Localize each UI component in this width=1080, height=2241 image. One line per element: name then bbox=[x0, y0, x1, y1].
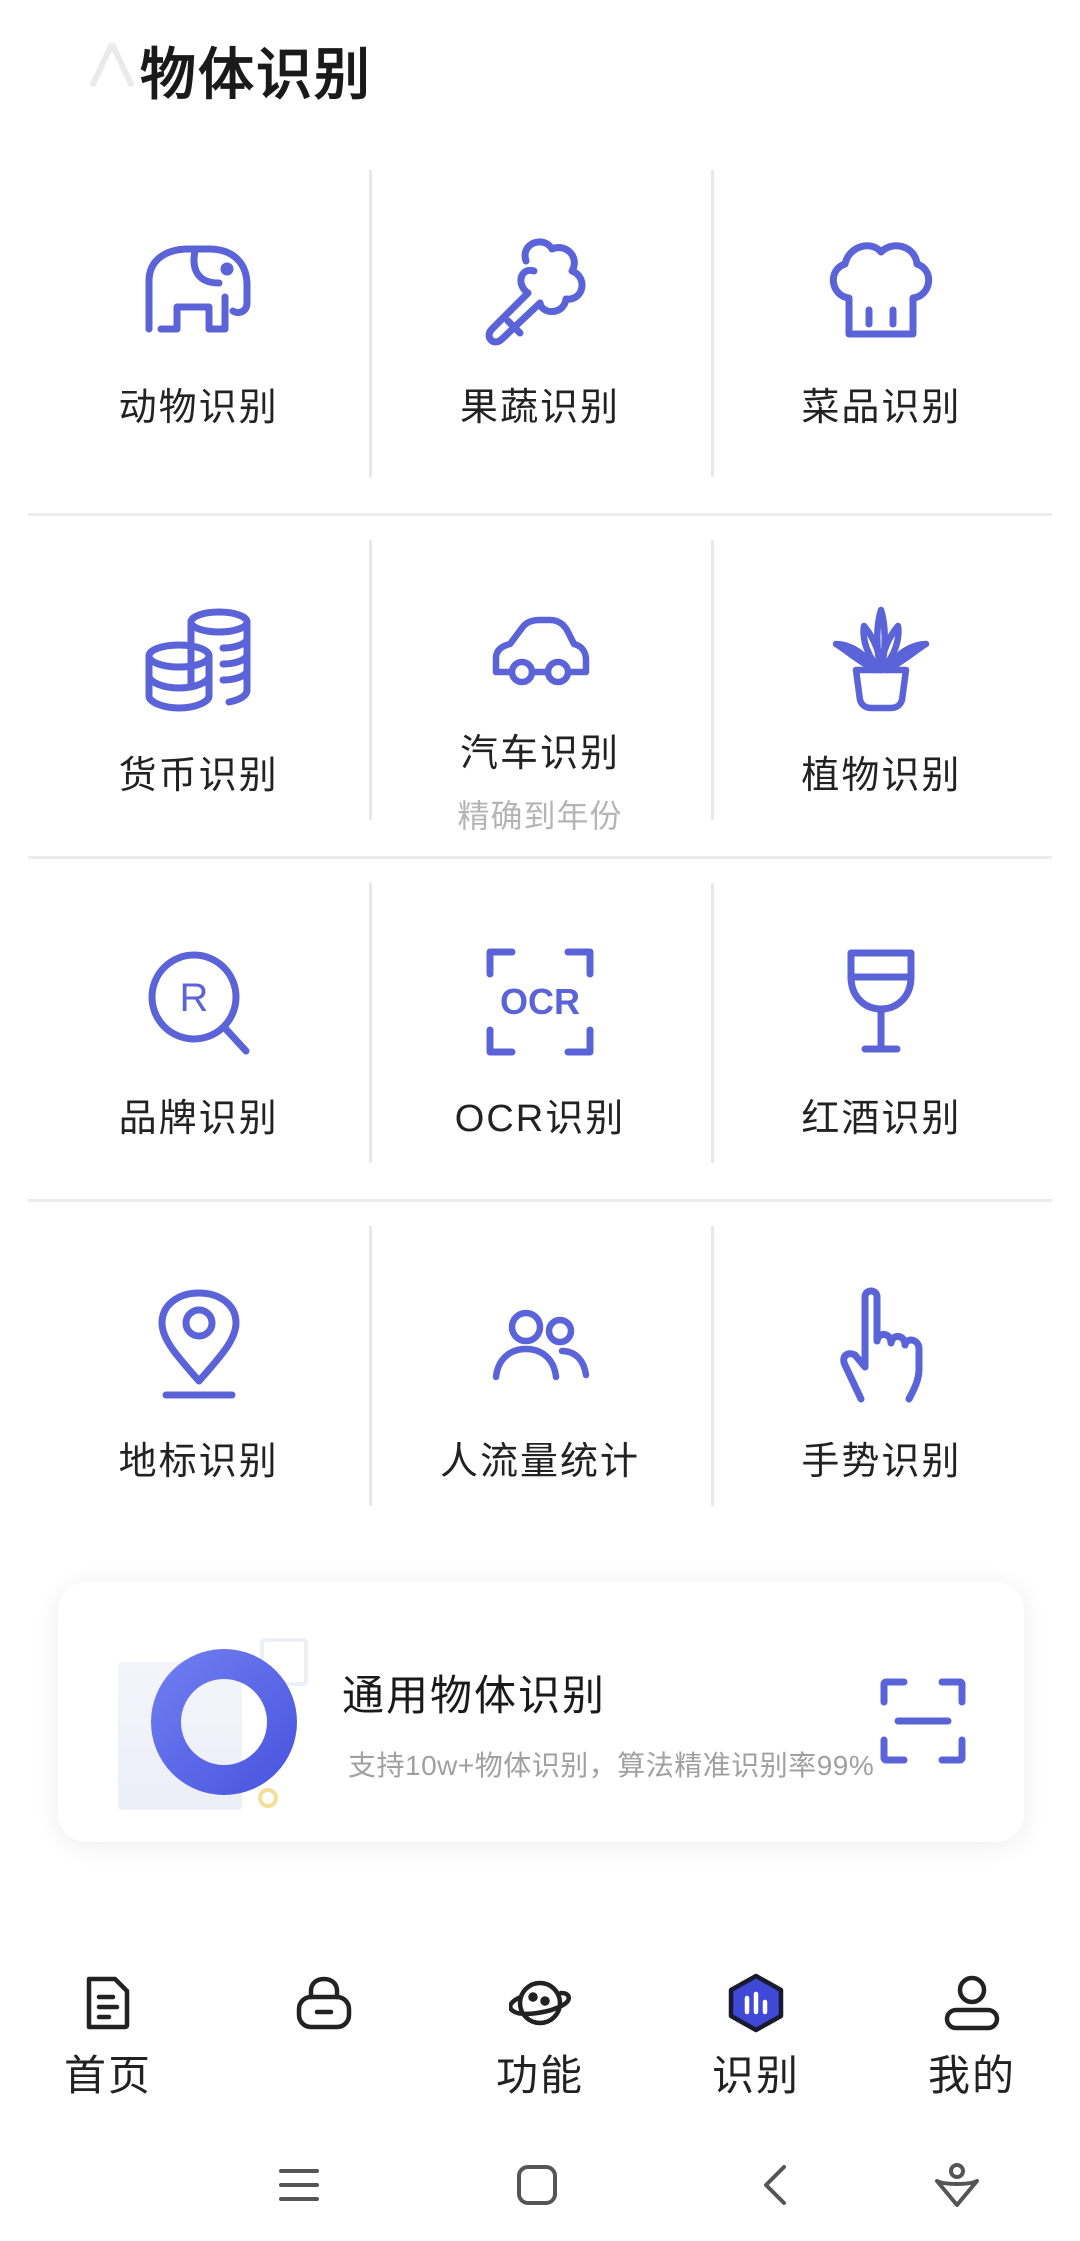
item-label: 汽车识别 bbox=[459, 733, 620, 775]
grid-row: 地标识别 人流量统计 手势识别 bbox=[28, 1199, 1052, 1542]
back-chevron-icon bbox=[764, 2165, 786, 2205]
tab-mine[interactable]: 我的 bbox=[864, 1960, 1080, 2110]
elephant-icon bbox=[134, 226, 264, 356]
tab-label: 我的 bbox=[927, 2052, 1016, 2099]
tab-lock[interactable] bbox=[216, 1960, 432, 2110]
menu-icon bbox=[279, 2169, 319, 2201]
grid-row: 动物识别 果蔬识别 菜品识别 bbox=[28, 170, 1052, 513]
animal-recognition-item[interactable]: 动物识别 bbox=[28, 170, 369, 513]
hexagon-chart-icon bbox=[723, 1970, 789, 2036]
map-pin-icon bbox=[134, 1280, 264, 1410]
item-label: 手势识别 bbox=[801, 1441, 962, 1483]
svg-text:R: R bbox=[179, 976, 208, 1020]
crowd-count-item[interactable]: 人流量统计 bbox=[369, 1202, 710, 1542]
assistant-nav-button[interactable] bbox=[922, 2150, 992, 2220]
ring-illustration bbox=[118, 1638, 308, 1810]
currency-recognition-item[interactable]: 货币识别 bbox=[28, 516, 369, 856]
home-nav-button[interactable] bbox=[502, 2150, 572, 2220]
wine-recognition-item[interactable]: 红酒识别 bbox=[710, 859, 1052, 1199]
people-icon bbox=[475, 1280, 605, 1410]
car-recognition-item[interactable]: 汽车识别 精确到年份 bbox=[369, 516, 710, 856]
assistant-icon bbox=[935, 2163, 979, 2207]
coins-icon bbox=[134, 594, 264, 724]
svg-text:OCR: OCR bbox=[500, 981, 580, 1022]
page-title: 物体识别 bbox=[140, 43, 372, 106]
item-label: 人流量统计 bbox=[439, 1441, 640, 1483]
gesture-recognition-item[interactable]: 手势识别 bbox=[710, 1202, 1052, 1542]
item-label: 地标识别 bbox=[118, 1441, 279, 1483]
brand-search-icon: R bbox=[134, 937, 264, 1067]
document-icon bbox=[75, 1970, 141, 2036]
item-label: 动物识别 bbox=[118, 387, 279, 429]
ocr-recognition-item[interactable]: OCR OCR识别 bbox=[369, 859, 710, 1199]
planet-icon bbox=[507, 1970, 573, 2036]
square-icon bbox=[517, 2165, 557, 2205]
item-label: 菜品识别 bbox=[801, 387, 962, 429]
system-nav-bar bbox=[0, 2140, 1080, 2230]
car-icon bbox=[475, 594, 605, 714]
tab-recognize[interactable]: 识别 bbox=[648, 1960, 864, 2110]
back-nav-button[interactable] bbox=[740, 2150, 810, 2220]
wine-glass-icon bbox=[816, 937, 946, 1067]
tab-home[interactable]: 首页 bbox=[0, 1960, 216, 2110]
item-label: 果蔬识别 bbox=[459, 387, 620, 429]
item-label: OCR识别 bbox=[454, 1098, 626, 1140]
general-recognition-subtitle: 支持10w+物体识别，算法精准识别率99% bbox=[348, 1750, 875, 1781]
vegetable-recognition-item[interactable]: 果蔬识别 bbox=[369, 170, 710, 513]
chef-hat-icon bbox=[816, 226, 946, 356]
general-recognition-card[interactable]: 通用物体识别 支持10w+物体识别，算法精准识别率99% bbox=[58, 1582, 1024, 1842]
landmark-recognition-item[interactable]: 地标识别 bbox=[28, 1202, 369, 1542]
general-recognition-title: 通用物体识别 bbox=[342, 1672, 607, 1719]
item-label: 货币识别 bbox=[118, 755, 279, 797]
ocr-icon: OCR bbox=[475, 937, 605, 1067]
hand-pointer-icon bbox=[816, 1280, 946, 1410]
menu-nav-button[interactable] bbox=[264, 2150, 334, 2220]
grid-row: 货币识别 汽车识别 精确到年份 植物识别 bbox=[28, 513, 1052, 856]
item-label: 品牌识别 bbox=[118, 1098, 279, 1140]
tab-features[interactable]: 功能 bbox=[432, 1960, 648, 2110]
bottom-tab-bar: 首页 功能 识别 我的 bbox=[0, 1960, 1080, 2110]
plant-recognition-item[interactable]: 植物识别 bbox=[710, 516, 1052, 856]
item-sublabel: 精确到年份 bbox=[457, 798, 623, 834]
tab-label: 功能 bbox=[495, 2052, 584, 2099]
user-icon bbox=[939, 1970, 1005, 2036]
lock-icon bbox=[291, 1970, 357, 2036]
tab-label: 识别 bbox=[711, 2052, 800, 2099]
brand-recognition-item[interactable]: R 品牌识别 bbox=[28, 859, 369, 1199]
title-ghost-glyph bbox=[89, 42, 135, 88]
grid-row: R 品牌识别 OCR OCR识别 红酒识别 bbox=[28, 856, 1052, 1199]
vegetable-icon bbox=[475, 226, 605, 356]
scan-icon[interactable] bbox=[880, 1678, 966, 1764]
item-label: 红酒识别 bbox=[801, 1098, 962, 1140]
dish-recognition-item[interactable]: 菜品识别 bbox=[710, 170, 1052, 513]
tab-label: 首页 bbox=[63, 2052, 152, 2099]
recognition-grid: 动物识别 果蔬识别 菜品识别 货币识别 汽车识别 精确到年份 植物识别 R 品牌… bbox=[28, 170, 1052, 1542]
item-label: 植物识别 bbox=[801, 755, 962, 797]
potted-plant-icon bbox=[816, 594, 946, 724]
